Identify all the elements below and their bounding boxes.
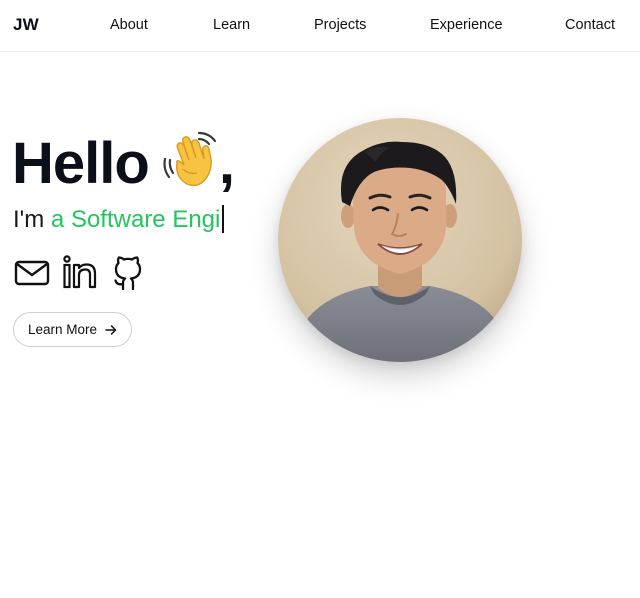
nav-link-projects[interactable]: Projects — [314, 17, 366, 33]
learn-more-label: Learn More — [27, 322, 98, 337]
hero-greeting: Hello , — [12, 126, 235, 202]
site-logo[interactable]: JW — [13, 15, 39, 35]
hero-greeting-text: Hello — [12, 131, 150, 196]
nav-link-about[interactable]: About — [110, 17, 148, 33]
intro-prefix: I'm — [13, 206, 45, 233]
arrow-right-icon — [105, 324, 117, 336]
mail-icon[interactable] — [14, 255, 50, 291]
waving-hand-icon — [159, 129, 219, 189]
typing-cursor — [222, 205, 225, 233]
nav-link-contact[interactable]: Contact — [565, 17, 615, 33]
nav-link-learn[interactable]: Learn — [213, 17, 250, 33]
github-icon[interactable] — [110, 255, 146, 291]
nav-link-experience[interactable]: Experience — [430, 17, 503, 33]
learn-more-button[interactable]: Learn More — [13, 312, 132, 347]
linkedin-icon[interactable] — [62, 255, 98, 291]
hero-greeting-punct: , — [218, 131, 235, 196]
typed-role-text: a Software Engi — [50, 206, 221, 233]
hero-subtitle: I'm a Software Engi — [13, 203, 225, 237]
profile-photo — [278, 118, 522, 362]
navbar: JW About Learn Projects Experience Conta… — [0, 0, 640, 52]
